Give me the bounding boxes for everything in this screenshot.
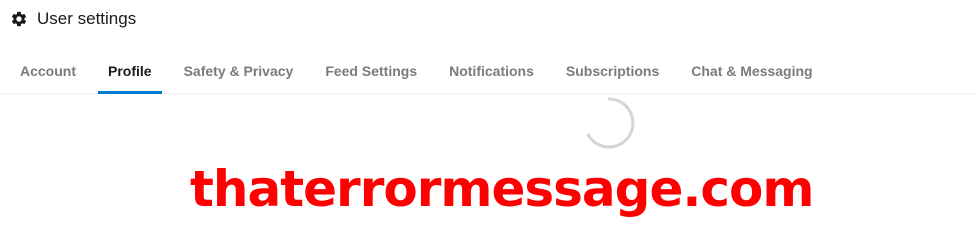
tab-chat-messaging[interactable]: Chat & Messaging	[681, 50, 822, 93]
tab-feed-settings[interactable]: Feed Settings	[315, 50, 427, 93]
loading-spinner-icon	[581, 95, 637, 151]
tab-profile[interactable]: Profile	[98, 50, 162, 94]
page-title: User settings	[37, 9, 137, 28]
settings-tabs: Account Profile Safety & Privacy Feed Se…	[0, 50, 976, 94]
tab-account[interactable]: Account	[10, 50, 86, 93]
tab-notifications[interactable]: Notifications	[439, 50, 544, 93]
tab-subscriptions[interactable]: Subscriptions	[556, 50, 669, 93]
watermark-text: thaterrormessage.com	[190, 160, 814, 218]
tab-safety-privacy[interactable]: Safety & Privacy	[174, 50, 304, 93]
gear-icon	[10, 10, 28, 28]
settings-header: User settings	[10, 8, 136, 30]
